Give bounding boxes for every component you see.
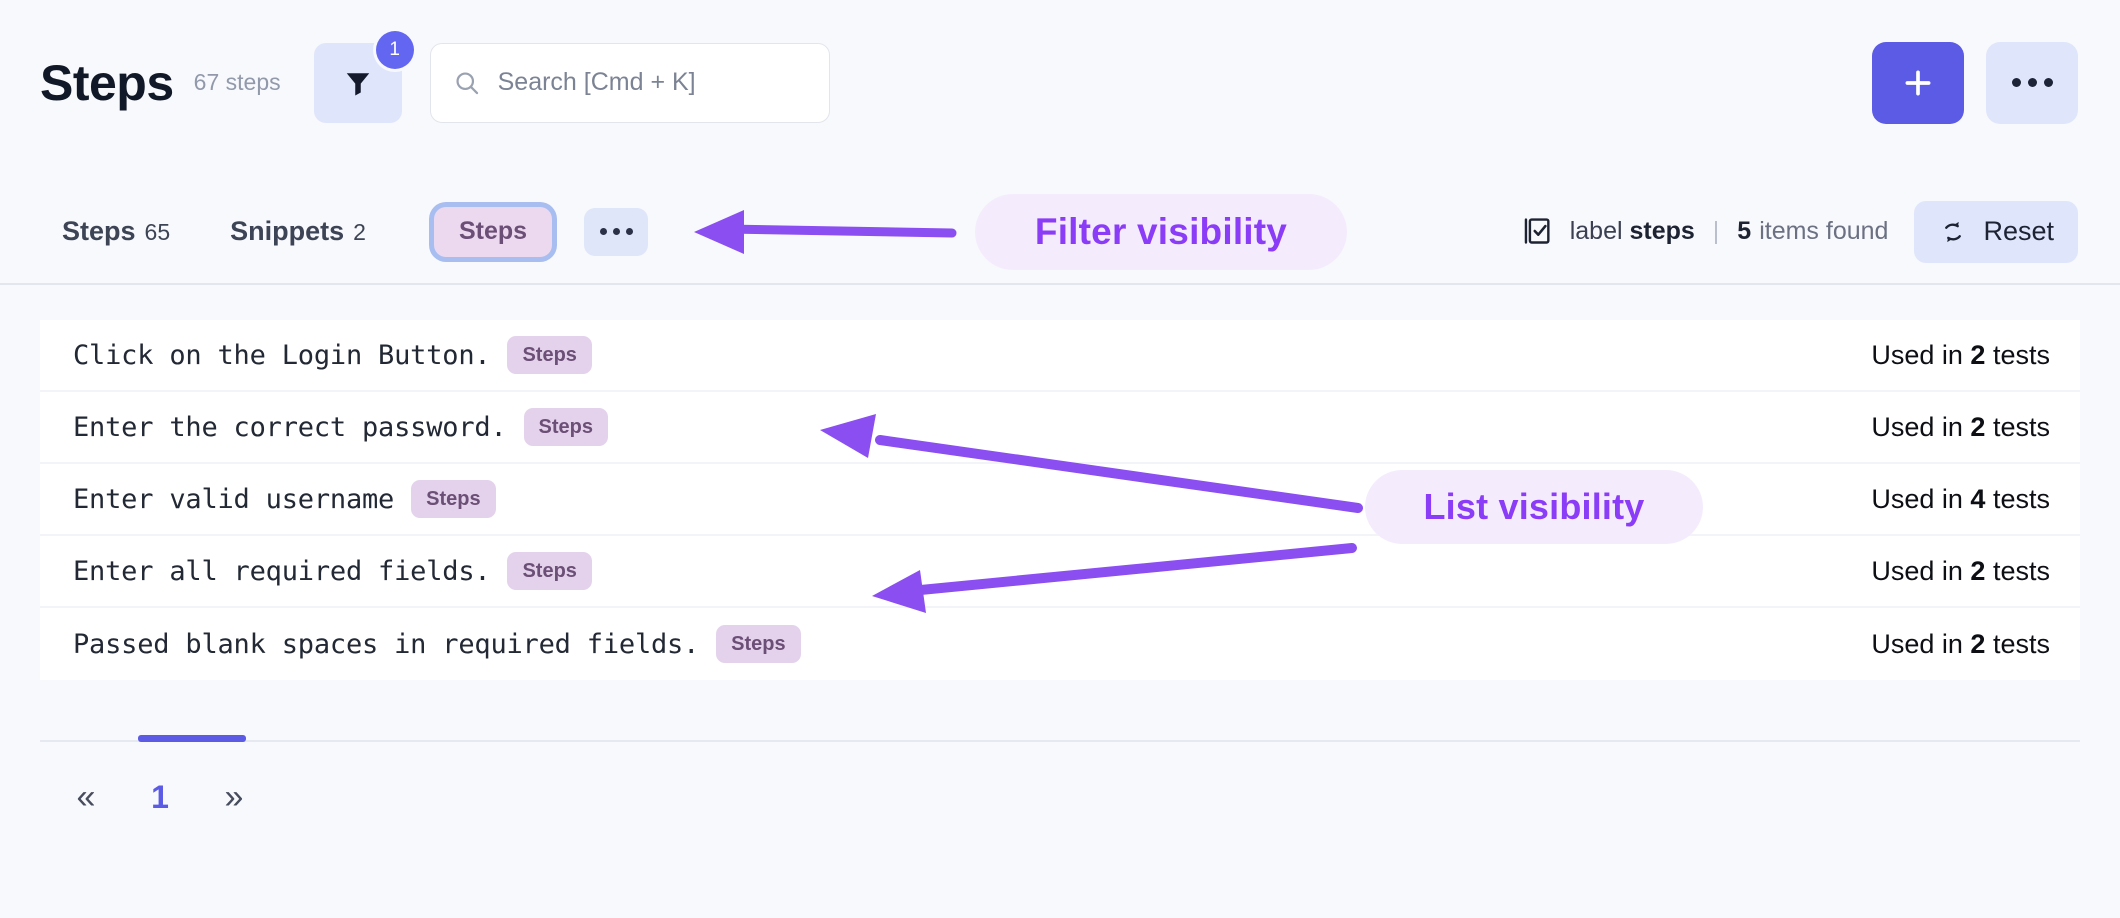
- step-badge: Steps: [507, 552, 592, 590]
- search-icon: [456, 71, 478, 94]
- step-badge: Steps: [523, 408, 608, 446]
- tab-steps-count: 65: [144, 219, 171, 245]
- pagination-next-button[interactable]: »: [188, 766, 280, 828]
- steps-list: Click on the Login Button. Steps Used in…: [40, 320, 2080, 680]
- step-badge: Steps: [507, 336, 592, 374]
- step-text: Click on the Login Button.: [73, 339, 491, 371]
- header-divider: [0, 283, 2120, 285]
- step-usage-prefix: Used in: [1871, 411, 1963, 442]
- step-usage-count: 2: [1970, 339, 1986, 370]
- step-usage-prefix: Used in: [1871, 339, 1963, 370]
- checklist-icon: [1524, 217, 1550, 244]
- tab-steps[interactable]: Steps 65: [62, 216, 170, 247]
- header-right-group: [1872, 41, 2120, 124]
- filter-bar-right: label steps | 5 items found Reset: [1520, 200, 2120, 263]
- tab-steps-label: Steps: [62, 216, 136, 246]
- applied-filter-summary: label steps: [1520, 215, 1695, 249]
- tab-list: Steps 65 Snippets 2: [0, 216, 366, 247]
- tab-snippets[interactable]: Snippets 2: [230, 216, 366, 247]
- tab-snippets-label: Snippets: [230, 216, 345, 246]
- step-usage-suffix: tests: [1992, 339, 2050, 370]
- step-usage: Used in 2 tests: [1871, 340, 2050, 371]
- items-found-text: items found: [1759, 217, 1889, 245]
- table-row[interactable]: Click on the Login Button. Steps Used in…: [40, 320, 2080, 392]
- filter-count-badge: 1: [375, 30, 414, 69]
- items-found-count: 5: [1737, 217, 1752, 245]
- table-row[interactable]: Enter valid username Steps Used in 4 tes…: [40, 464, 2080, 536]
- step-text: Enter the correct password.: [73, 411, 507, 443]
- step-badge: Steps: [411, 480, 496, 518]
- reset-label: Reset: [1983, 216, 2054, 246]
- step-text: Passed blank spaces in required fields.: [73, 628, 700, 660]
- applied-filter-value: steps: [1629, 217, 1695, 245]
- search-placeholder: Search [Cmd + K]: [497, 68, 696, 96]
- step-text: Enter all required fields.: [73, 555, 491, 587]
- step-usage-suffix: tests: [1992, 483, 2050, 514]
- step-usage-prefix: Used in: [1871, 628, 1963, 659]
- step-badge: Steps: [716, 625, 801, 663]
- applied-filter-prefix: label: [1569, 217, 1623, 245]
- pagination-active-indicator: [138, 735, 246, 742]
- pagination: « 1 »: [40, 762, 2080, 832]
- filter-chip-steps[interactable]: Steps: [433, 206, 553, 257]
- header-left-group: Steps 67 steps 1 Search [Cmd + K]: [0, 30, 830, 123]
- table-row[interactable]: Passed blank spaces in required fields. …: [40, 608, 2080, 680]
- table-row[interactable]: Enter the correct password. Steps Used i…: [40, 392, 2080, 464]
- pagination-prev-button[interactable]: «: [40, 766, 132, 828]
- more-horizontal-icon: [2011, 78, 2053, 87]
- step-usage: Used in 2 tests: [1871, 556, 2050, 587]
- annotation-label-filter-visibility: Filter visibility: [975, 194, 1347, 270]
- steps-page: Steps 67 steps 1 Search [Cmd + K] Steps …: [0, 0, 2120, 918]
- applied-filter-label: label steps: [1570, 217, 1695, 246]
- filter-chip-group: Steps: [433, 206, 649, 257]
- filter-button-wrapper: 1: [313, 30, 414, 123]
- pagination-page-1[interactable]: 1: [132, 766, 188, 828]
- step-usage-prefix: Used in: [1871, 555, 1963, 586]
- step-usage-count: 2: [1970, 555, 1986, 586]
- step-usage-prefix: Used in: [1871, 483, 1963, 514]
- step-usage-count: 4: [1970, 483, 1986, 514]
- step-usage-count: 2: [1970, 628, 1986, 659]
- step-usage-suffix: tests: [1992, 555, 2050, 586]
- funnel-icon: [346, 72, 369, 95]
- annotation-label-list-visibility: List visibility: [1365, 470, 1703, 544]
- step-usage: Used in 2 tests: [1871, 629, 2050, 660]
- page-header: Steps 67 steps 1 Search [Cmd + K]: [0, 0, 2120, 165]
- header-more-button[interactable]: [1986, 41, 2078, 124]
- step-usage-suffix: tests: [1992, 628, 2050, 659]
- page-step-count: 67 steps: [193, 69, 281, 95]
- add-step-button[interactable]: [1872, 41, 1964, 124]
- tab-snippets-count: 2: [353, 219, 366, 245]
- step-usage: Used in 2 tests: [1871, 412, 2050, 443]
- reset-button[interactable]: Reset: [1914, 200, 2078, 263]
- step-usage: Used in 4 tests: [1871, 484, 2050, 515]
- summary-separator: |: [1712, 217, 1720, 245]
- search-input[interactable]: Search [Cmd + K]: [429, 42, 830, 123]
- plus-icon: [1905, 70, 1931, 95]
- step-usage-count: 2: [1970, 411, 1986, 442]
- items-found-label: 5 items found: [1737, 217, 1888, 246]
- step-usage-suffix: tests: [1992, 411, 2050, 442]
- step-text: Enter valid username: [73, 483, 395, 515]
- page-title: Steps: [40, 54, 174, 111]
- refresh-icon: [1945, 221, 1962, 242]
- table-row[interactable]: Enter all required fields. Steps Used in…: [40, 536, 2080, 608]
- pagination-divider: [40, 740, 2080, 742]
- more-horizontal-icon: [599, 228, 633, 235]
- filter-chip-more-button[interactable]: [584, 207, 649, 256]
